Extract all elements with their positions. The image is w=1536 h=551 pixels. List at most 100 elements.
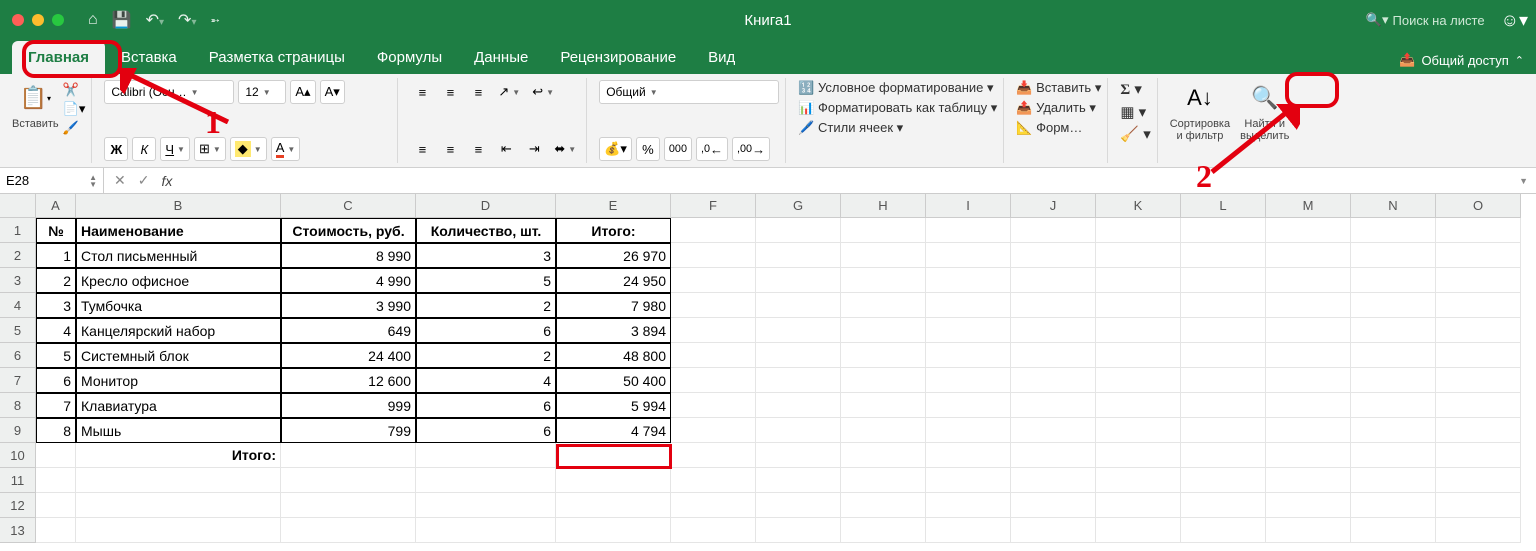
- cell-F6[interactable]: [671, 343, 756, 368]
- cell-E3[interactable]: 24 950: [556, 268, 671, 293]
- cell-K7[interactable]: [1096, 368, 1181, 393]
- column-header-K[interactable]: K: [1096, 194, 1181, 218]
- wrap-text-button[interactable]: ↩▼: [528, 80, 558, 104]
- cell-B12[interactable]: [76, 493, 281, 518]
- cell-M5[interactable]: [1266, 318, 1351, 343]
- cell-N12[interactable]: [1351, 493, 1436, 518]
- cell-L8[interactable]: [1181, 393, 1266, 418]
- enter-formula-icon[interactable]: ✓: [138, 172, 150, 189]
- cell-O11[interactable]: [1436, 468, 1521, 493]
- row-header[interactable]: 9: [0, 418, 36, 443]
- cell-J8[interactable]: [1011, 393, 1096, 418]
- fill-button[interactable]: ▦ ▾: [1120, 103, 1150, 121]
- cell-D11[interactable]: [416, 468, 556, 493]
- cell-C9[interactable]: 799: [281, 418, 416, 443]
- cell-O1[interactable]: [1436, 218, 1521, 243]
- column-header-F[interactable]: F: [671, 194, 756, 218]
- window-minimize-button[interactable]: [32, 14, 44, 26]
- cell-A12[interactable]: [36, 493, 76, 518]
- cell-B9[interactable]: Мышь: [76, 418, 281, 443]
- cell-K9[interactable]: [1096, 418, 1181, 443]
- cell-M4[interactable]: [1266, 293, 1351, 318]
- cell-I3[interactable]: [926, 268, 1011, 293]
- font-color-button[interactable]: A▼: [271, 137, 301, 161]
- delete-cells-button[interactable]: 📤 Удалить ▾: [1016, 100, 1101, 116]
- name-box[interactable]: E28 ▲▼: [0, 168, 104, 193]
- tab-review[interactable]: Рецензирование: [544, 41, 692, 74]
- cell-C7[interactable]: 12 600: [281, 368, 416, 393]
- cell-J1[interactable]: [1011, 218, 1096, 243]
- cell-B3[interactable]: Кресло офисное: [76, 268, 281, 293]
- cell-O12[interactable]: [1436, 493, 1521, 518]
- cell-E2[interactable]: 26 970: [556, 243, 671, 268]
- sort-filter-button[interactable]: A↓ Сортировка и фильтр: [1170, 80, 1230, 142]
- cell-C8[interactable]: 999: [281, 393, 416, 418]
- cell-L9[interactable]: [1181, 418, 1266, 443]
- cell-E8[interactable]: 5 994: [556, 393, 671, 418]
- cell-E13[interactable]: [556, 518, 671, 543]
- cell-B1[interactable]: Наименование: [76, 218, 281, 243]
- column-header-B[interactable]: B: [76, 194, 281, 218]
- save-icon[interactable]: 💾: [112, 10, 132, 30]
- cell-L6[interactable]: [1181, 343, 1266, 368]
- fx-icon[interactable]: fx: [161, 173, 172, 189]
- cell-C11[interactable]: [281, 468, 416, 493]
- cell-A13[interactable]: [36, 518, 76, 543]
- cell-M13[interactable]: [1266, 518, 1351, 543]
- cell-F13[interactable]: [671, 518, 756, 543]
- clear-button[interactable]: 🧹 ▾: [1120, 125, 1150, 143]
- cell-L13[interactable]: [1181, 518, 1266, 543]
- cell-I11[interactable]: [926, 468, 1011, 493]
- cell-H3[interactable]: [841, 268, 926, 293]
- cell-I8[interactable]: [926, 393, 1011, 418]
- cell-N5[interactable]: [1351, 318, 1436, 343]
- cell-F1[interactable]: [671, 218, 756, 243]
- cell-G6[interactable]: [756, 343, 841, 368]
- cell-B5[interactable]: Канцелярский набор: [76, 318, 281, 343]
- cell-O4[interactable]: [1436, 293, 1521, 318]
- tab-insert[interactable]: Вставка: [105, 41, 193, 74]
- column-header-N[interactable]: N: [1351, 194, 1436, 218]
- cell-O7[interactable]: [1436, 368, 1521, 393]
- cell-L10[interactable]: [1181, 443, 1266, 468]
- cell-O13[interactable]: [1436, 518, 1521, 543]
- cell-H4[interactable]: [841, 293, 926, 318]
- cell-K1[interactable]: [1096, 218, 1181, 243]
- cut-icon[interactable]: ✂️: [63, 82, 86, 98]
- align-top-button[interactable]: ≡: [410, 80, 434, 104]
- cell-H9[interactable]: [841, 418, 926, 443]
- cell-C5[interactable]: 649: [281, 318, 416, 343]
- column-header-L[interactable]: L: [1181, 194, 1266, 218]
- column-header-I[interactable]: I: [926, 194, 1011, 218]
- currency-button[interactable]: 💰▾: [599, 137, 632, 161]
- cell-I2[interactable]: [926, 243, 1011, 268]
- cell-G1[interactable]: [756, 218, 841, 243]
- cell-G7[interactable]: [756, 368, 841, 393]
- cell-C4[interactable]: 3 990: [281, 293, 416, 318]
- decrease-decimal-button[interactable]: ,00→: [732, 137, 770, 161]
- row-header[interactable]: 10: [0, 443, 36, 468]
- row-header[interactable]: 6: [0, 343, 36, 368]
- shrink-font-button[interactable]: A▾: [320, 80, 345, 104]
- cell-H10[interactable]: [841, 443, 926, 468]
- cell-D8[interactable]: 6: [416, 393, 556, 418]
- cell-D3[interactable]: 5: [416, 268, 556, 293]
- cell-K6[interactable]: [1096, 343, 1181, 368]
- find-select-button[interactable]: 🔍 Найти и выделить: [1240, 80, 1289, 142]
- copy-icon[interactable]: 📄▾: [63, 101, 86, 117]
- window-close-button[interactable]: [12, 14, 24, 26]
- cell-L7[interactable]: [1181, 368, 1266, 393]
- insert-cells-button[interactable]: 📥 Вставить ▾: [1016, 80, 1101, 96]
- cell-N11[interactable]: [1351, 468, 1436, 493]
- cell-M9[interactable]: [1266, 418, 1351, 443]
- cell-C10[interactable]: [281, 443, 416, 468]
- cell-K5[interactable]: [1096, 318, 1181, 343]
- cell-F2[interactable]: [671, 243, 756, 268]
- row-header[interactable]: 8: [0, 393, 36, 418]
- cell-J11[interactable]: [1011, 468, 1096, 493]
- cell-J5[interactable]: [1011, 318, 1096, 343]
- cell-F7[interactable]: [671, 368, 756, 393]
- cell-L11[interactable]: [1181, 468, 1266, 493]
- cell-J10[interactable]: [1011, 443, 1096, 468]
- cell-H2[interactable]: [841, 243, 926, 268]
